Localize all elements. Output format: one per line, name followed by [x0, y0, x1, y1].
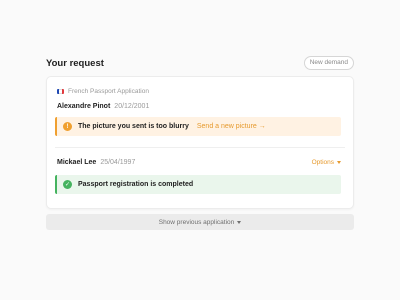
applicant-birthdate: 20/12/2001: [114, 102, 150, 110]
success-alert: ✓ Passport registration is completed: [55, 175, 341, 194]
request-card: French Passport Application Alexandre Pi…: [46, 76, 354, 209]
applicant-row: Alexandre Pinot 20/12/2001: [57, 101, 149, 111]
request-header: Your request New demand: [46, 55, 354, 71]
applicant-name: Alexandre Pinot: [57, 102, 111, 110]
show-previous-label: Show previous application: [158, 218, 235, 226]
applicant-name: Mickael Lee: [57, 158, 97, 166]
check-circle-icon: ✓: [63, 180, 72, 189]
application-label: French Passport Application: [57, 86, 149, 96]
application-title: French Passport Application: [68, 87, 149, 95]
chevron-down-icon: [337, 160, 341, 164]
applicant-row: Mickael Lee 25/04/1997: [57, 157, 135, 167]
options-dropdown[interactable]: Options: [312, 157, 341, 167]
exclamation-circle-icon: !: [63, 122, 72, 131]
france-flag-icon: [57, 88, 64, 94]
page-title: Your request: [46, 57, 104, 69]
show-previous-application-button[interactable]: Show previous application: [46, 214, 354, 230]
flag-stripe-red: [61, 88, 64, 94]
new-demand-button[interactable]: New demand: [303, 56, 354, 70]
options-label: Options: [311, 158, 334, 166]
alert-message: Passport registration is completed: [78, 181, 194, 188]
chevron-down-icon: [237, 220, 242, 224]
alert-message: The picture you sent is too blurry: [78, 123, 189, 130]
send-new-picture-link[interactable]: Send a new picture →: [197, 123, 266, 130]
request-page: Your request New demand French Passport …: [0, 0, 400, 300]
warning-alert: ! The picture you sent is too blurry Sen…: [55, 117, 341, 136]
applicant-birthdate: 25/04/1997: [100, 158, 136, 166]
divider: [55, 147, 345, 148]
